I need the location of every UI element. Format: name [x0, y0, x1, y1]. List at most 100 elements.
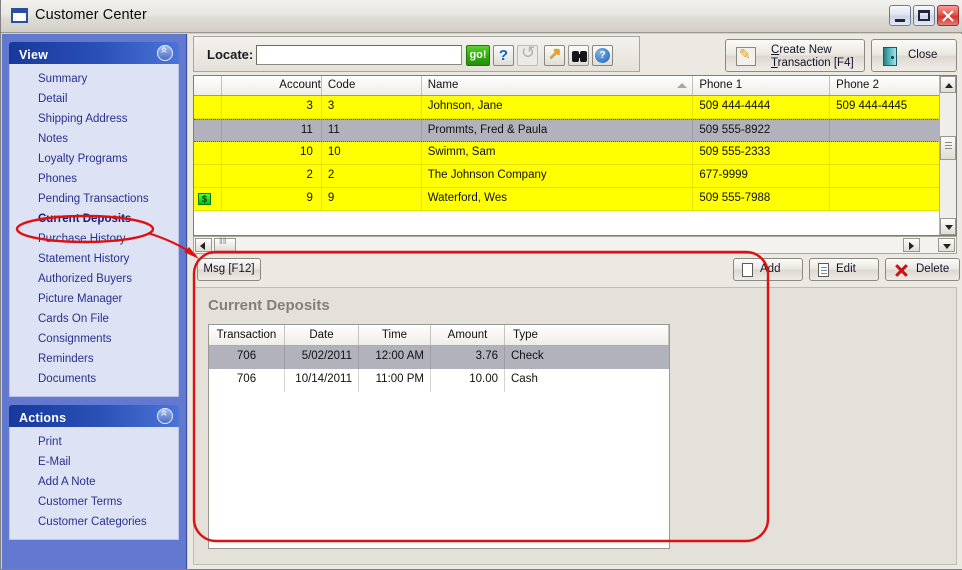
customer-center-window: Customer Center View Summary Detail Ship…	[0, 0, 962, 570]
close-button[interactable]: Close	[871, 39, 957, 72]
cell-type: Check	[511, 350, 544, 362]
sidebar-item-pending-transactions[interactable]: Pending Transactions	[10, 189, 178, 209]
scrollbar-thumb[interactable]	[940, 136, 956, 160]
create-new-transaction-button[interactable]: Create New Transaction [F4]	[725, 39, 865, 72]
delete-x-icon	[894, 263, 908, 277]
help-icon[interactable]: ?	[592, 45, 613, 66]
chevron-up-icon[interactable]	[157, 408, 173, 424]
current-deposits-panel: Current Deposits Transaction Date Time A…	[193, 287, 957, 565]
cell-flag	[194, 120, 222, 141]
chevron-up-icon[interactable]	[157, 45, 173, 61]
sidebar-item-summary[interactable]: Summary	[10, 69, 178, 89]
table-row[interactable]: 706 10/14/2011 11:00 PM 10.00 Cash	[209, 369, 669, 392]
column-header-amount[interactable]: Amount	[431, 325, 505, 345]
table-row[interactable]: 706 5/02/2011 12:00 AM 3.76 Check	[209, 346, 669, 369]
column-header-flag[interactable]	[194, 76, 222, 95]
hscrollbar-thumb[interactable]	[214, 236, 236, 252]
table-row[interactable]: 2 2 The Johnson Company 677-9999	[194, 165, 956, 188]
sidebar-item-purchase-history[interactable]: Purchase History	[10, 229, 178, 249]
edit-button[interactable]: Edit	[809, 258, 879, 281]
table-row[interactable]: 3 3 Johnson, Jane 509 444-4444 509 444-4…	[194, 96, 956, 119]
jump-arrow-icon[interactable]	[544, 44, 565, 66]
actions-panel-header[interactable]: Actions	[9, 405, 179, 427]
deposit-money-icon: $	[198, 193, 211, 205]
sidebar-item-loyalty-programs[interactable]: Loyalty Programs	[10, 149, 178, 169]
cell-phone1: 509 555-8922	[693, 120, 831, 141]
column-header-date[interactable]: Date	[285, 325, 359, 345]
msg-button[interactable]: Msg [F12]	[197, 258, 261, 281]
sidebar-item-picture-manager[interactable]: Picture Manager	[10, 289, 178, 309]
close-window-button[interactable]	[937, 5, 959, 26]
scroll-down-icon[interactable]	[940, 218, 956, 235]
scroll-up-icon[interactable]	[940, 76, 956, 93]
grid-vertical-scrollbar[interactable]	[939, 76, 956, 235]
add-button-label: Add	[760, 263, 781, 275]
view-panel-header[interactable]: View	[9, 42, 179, 64]
cell-flag	[194, 96, 222, 118]
cell-phone2	[830, 165, 956, 187]
table-row[interactable]: 11 11 Prommts, Fred & Paula 509 555-8922	[194, 119, 956, 142]
cell-account: 3	[222, 96, 322, 118]
maximize-button[interactable]	[913, 5, 935, 26]
cell-account: 2	[222, 165, 322, 187]
delete-button[interactable]: Delete	[885, 258, 960, 281]
sidebar-item-customer-terms[interactable]: Customer Terms	[10, 492, 178, 512]
sidebar-item-authorized-buyers[interactable]: Authorized Buyers	[10, 269, 178, 289]
sidebar-item-shipping-address[interactable]: Shipping Address	[10, 109, 178, 129]
deposits-grid[interactable]: Transaction Date Time Amount Type 706 5/…	[208, 324, 670, 549]
sidebar-item-consignments[interactable]: Consignments	[10, 329, 178, 349]
window-icon	[11, 8, 28, 23]
cell-code: 3	[322, 96, 422, 118]
cell-code: 9	[322, 188, 422, 210]
create-line2-rest: ransaction [F4]	[777, 57, 854, 69]
sidebar-item-reminders[interactable]: Reminders	[10, 349, 178, 369]
cell-code: 10	[322, 142, 422, 164]
cell-name: Prommts, Fred & Paula	[422, 120, 694, 141]
scroll-down-corner-icon[interactable]	[938, 238, 955, 252]
sidebar-item-add-a-note[interactable]: Add A Note	[10, 472, 178, 492]
customer-grid[interactable]: Account Code Name Phone 1 Phone 2 3 3 Jo…	[193, 75, 957, 236]
column-header-name[interactable]: Name	[422, 76, 694, 95]
cell-phone1: 509 444-4444	[693, 96, 831, 118]
scroll-left-icon[interactable]	[195, 238, 212, 252]
column-header-account[interactable]: Account	[222, 76, 322, 95]
refresh-icon[interactable]	[517, 43, 538, 66]
cell-flag: $	[194, 188, 222, 210]
column-header-type[interactable]: Type	[505, 325, 669, 345]
edit-document-icon	[736, 46, 756, 66]
column-header-phone2[interactable]: Phone 2	[830, 76, 956, 95]
cell-transaction: 706	[209, 346, 285, 369]
cell-account: 10	[222, 142, 322, 164]
deposits-grid-header: Transaction Date Time Amount Type	[209, 325, 669, 346]
column-header-phone1[interactable]: Phone 1	[693, 76, 831, 95]
sidebar-item-print[interactable]: Print	[10, 432, 178, 452]
column-header-time[interactable]: Time	[359, 325, 431, 345]
sidebar-item-notes[interactable]: Notes	[10, 129, 178, 149]
binoculars-icon[interactable]	[568, 45, 589, 66]
go-button[interactable]: go!	[466, 45, 490, 66]
main-content: Locate: go! ? ? Create New Transaction […	[188, 34, 962, 569]
column-header-code[interactable]: Code	[322, 76, 422, 95]
sidebar-item-documents[interactable]: Documents	[10, 369, 178, 389]
table-row[interactable]: $ 9 9 Waterford, Wes 509 555-7988	[194, 188, 956, 211]
sidebar-item-statement-history[interactable]: Statement History	[10, 249, 178, 269]
minimize-button[interactable]	[889, 5, 911, 26]
sidebar-item-cards-on-file[interactable]: Cards On File	[10, 309, 178, 329]
add-button[interactable]: Add	[733, 258, 803, 281]
sidebar-item-detail[interactable]: Detail	[10, 89, 178, 109]
locate-input[interactable]	[256, 45, 462, 65]
cell-account: 11	[222, 120, 322, 141]
cell-date: 10/14/2011	[285, 369, 359, 392]
question-icon[interactable]: ?	[493, 45, 514, 66]
grid-horizontal-scrollbar[interactable]	[193, 236, 957, 254]
table-row[interactable]: 10 10 Swimm, Sam 509 555-2333	[194, 142, 956, 165]
scroll-right-icon[interactable]	[903, 238, 920, 252]
sidebar-item-phones[interactable]: Phones	[10, 169, 178, 189]
column-header-transaction[interactable]: Transaction	[209, 325, 285, 345]
cell-account: 9	[222, 188, 322, 210]
create-new-transaction-label: Create New Transaction [F4]	[771, 44, 863, 70]
sidebar-item-email[interactable]: E-Mail	[10, 452, 178, 472]
sidebar-item-customer-categories[interactable]: Customer Categories	[10, 512, 178, 532]
sidebar-item-current-deposits[interactable]: Current Deposits	[10, 209, 178, 229]
cell-phone1: 677-9999	[693, 165, 831, 187]
